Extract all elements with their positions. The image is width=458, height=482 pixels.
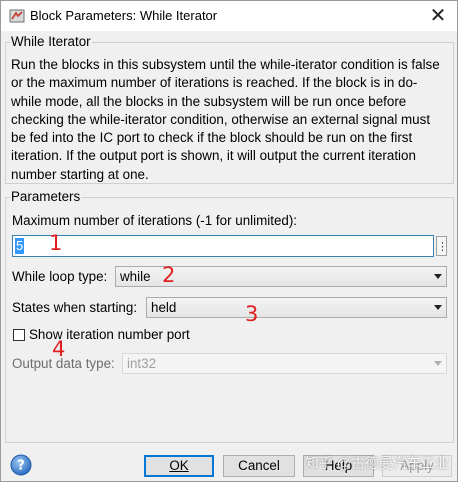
parameters-legend: Parameters <box>10 189 82 204</box>
block-description: Run the blocks in this subsystem until t… <box>11 57 440 182</box>
cancel-button[interactable]: Cancel <box>223 455 295 477</box>
ok-button[interactable]: OK <box>144 455 214 477</box>
annotation-3: 3 <box>245 302 259 326</box>
output-type-label: Output data type: <box>12 356 115 371</box>
output-type-value: int32 <box>127 356 157 371</box>
chevron-down-icon <box>434 274 442 279</box>
window-title: Block Parameters: While Iterator <box>30 8 218 23</box>
ok-label: OK <box>169 458 189 473</box>
max-iterations-input[interactable]: 5 <box>12 235 434 257</box>
max-iterations-value: 5 <box>15 238 25 254</box>
watermark-text: 知乎 @古德曼汽车工业 <box>304 455 449 471</box>
annotation-2: 2 <box>162 263 176 287</box>
dialog-window: Block Parameters: While Iterator ✕ While… <box>0 0 458 482</box>
more-dots-icon: ⋮ <box>437 241 448 253</box>
states-value: held <box>151 300 177 315</box>
cancel-label: Cancel <box>238 458 280 473</box>
show-port-checkbox[interactable] <box>13 329 25 341</box>
help-icon[interactable]: ? <box>10 454 32 476</box>
more-options-button[interactable]: ⋮ <box>436 236 448 256</box>
loop-type-label: While loop type: <box>12 269 108 284</box>
states-label: States when starting: <box>12 300 138 315</box>
loop-type-value: while <box>120 269 151 284</box>
annotation-1: 1 <box>49 231 63 255</box>
close-icon: ✕ <box>429 5 447 27</box>
states-select[interactable]: held <box>146 297 447 318</box>
block-name-legend: While Iterator <box>10 34 92 49</box>
chevron-down-icon <box>434 361 442 366</box>
parameters-group <box>5 197 454 443</box>
matlab-app-icon <box>9 8 25 24</box>
chevron-down-icon <box>434 305 442 310</box>
svg-text:?: ? <box>17 459 25 474</box>
max-iterations-label: Maximum number of iterations (-1 for unl… <box>12 213 298 228</box>
close-button[interactable]: ✕ <box>425 3 451 29</box>
title-bar: Block Parameters: While Iterator ✕ <box>1 1 457 31</box>
output-type-select: int32 <box>122 353 447 374</box>
